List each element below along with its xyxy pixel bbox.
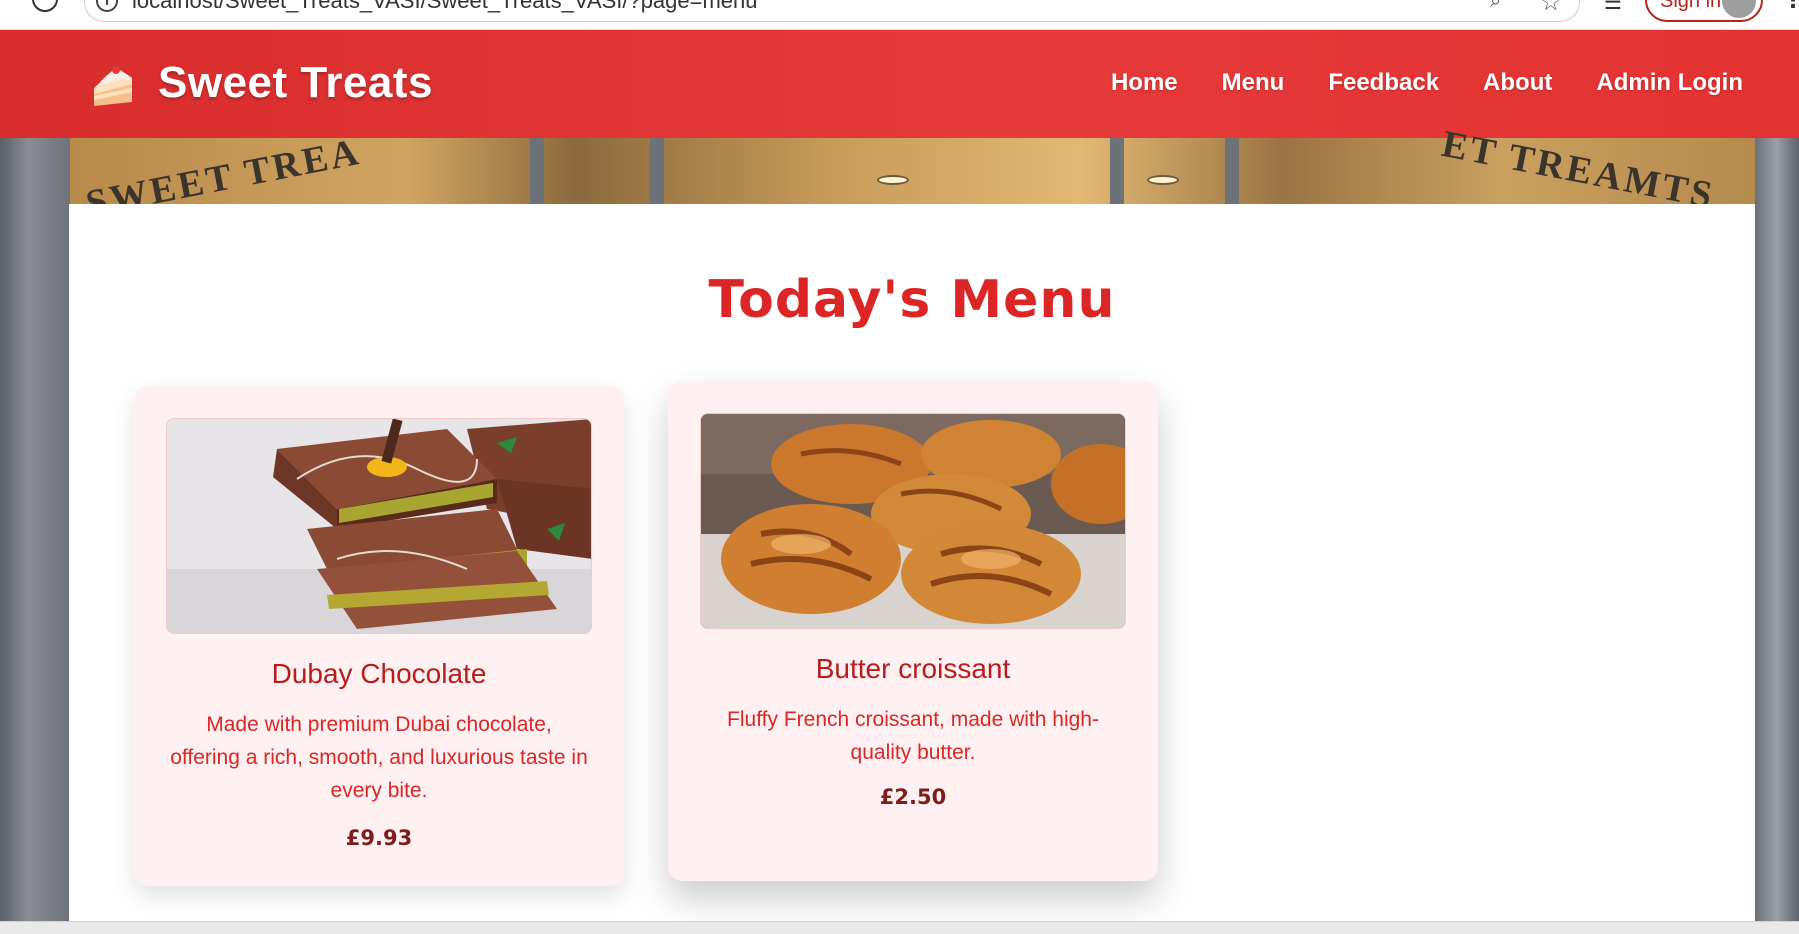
storefront-left-wall: [0, 138, 70, 934]
item-name: Dubay Chocolate: [271, 658, 487, 689]
storefront-right-wall: [1755, 138, 1799, 934]
sign-in-label[interactable]: Sign in: [1660, 0, 1721, 13]
window-mullion: [650, 138, 664, 204]
browser-toolbar: i localhost/Sweet_Treats_VASI/Sweet_Trea…: [0, 0, 1799, 30]
ceiling-light: [877, 175, 909, 185]
window-mullion: [1110, 138, 1124, 204]
main-nav: Home Menu Feedback About Admin Login: [1111, 69, 1743, 97]
cake-icon: [94, 66, 132, 106]
nav-about[interactable]: About: [1483, 69, 1552, 97]
bottom-scrollbar[interactable]: [0, 921, 1799, 934]
item-description: Made with premium Dubai chocolate, offer…: [170, 713, 588, 802]
site-header: Sweet Treats Home Menu Feedback About Ad…: [0, 30, 1799, 138]
nav-feedback[interactable]: Feedback: [1328, 69, 1439, 97]
item-price: £2.50: [879, 785, 947, 809]
menu-card[interactable]: Butter croissant Fluffy French croissant…: [668, 381, 1158, 881]
item-description: Fluffy French croissant, made with high-…: [727, 708, 1099, 764]
reading-list-icon[interactable]: ☰: [1604, 0, 1622, 14]
url-text[interactable]: localhost/Sweet_Treats_VASI/Sweet_Treats…: [132, 0, 758, 14]
croissant-image: [700, 413, 1126, 629]
search-icon[interactable]: ⌕: [1490, 0, 1514, 12]
chocolate-bar-image: [166, 418, 592, 634]
nav-menu[interactable]: Menu: [1222, 69, 1285, 97]
bookmark-star-icon[interactable]: ☆: [1540, 0, 1562, 16]
nav-admin-login[interactable]: Admin Login: [1596, 69, 1743, 97]
ceiling-light: [1147, 175, 1179, 185]
window-mullion: [530, 138, 544, 204]
brand-name[interactable]: Sweet Treats: [158, 58, 433, 108]
menu-card[interactable]: Dubay Chocolate Made with premium Dubai …: [134, 386, 624, 886]
more-menu-icon[interactable]: ⋮: [1782, 0, 1799, 13]
item-price: £9.93: [345, 826, 413, 850]
page-title: Today's Menu: [708, 270, 1116, 330]
item-name: Butter croissant: [815, 653, 1011, 684]
nav-home[interactable]: Home: [1111, 69, 1178, 97]
menu-panel: Today's Menu Dubay Chocolate Made with p…: [69, 204, 1755, 924]
window-mullion: [1225, 138, 1239, 204]
reload-icon[interactable]: [32, 0, 58, 12]
